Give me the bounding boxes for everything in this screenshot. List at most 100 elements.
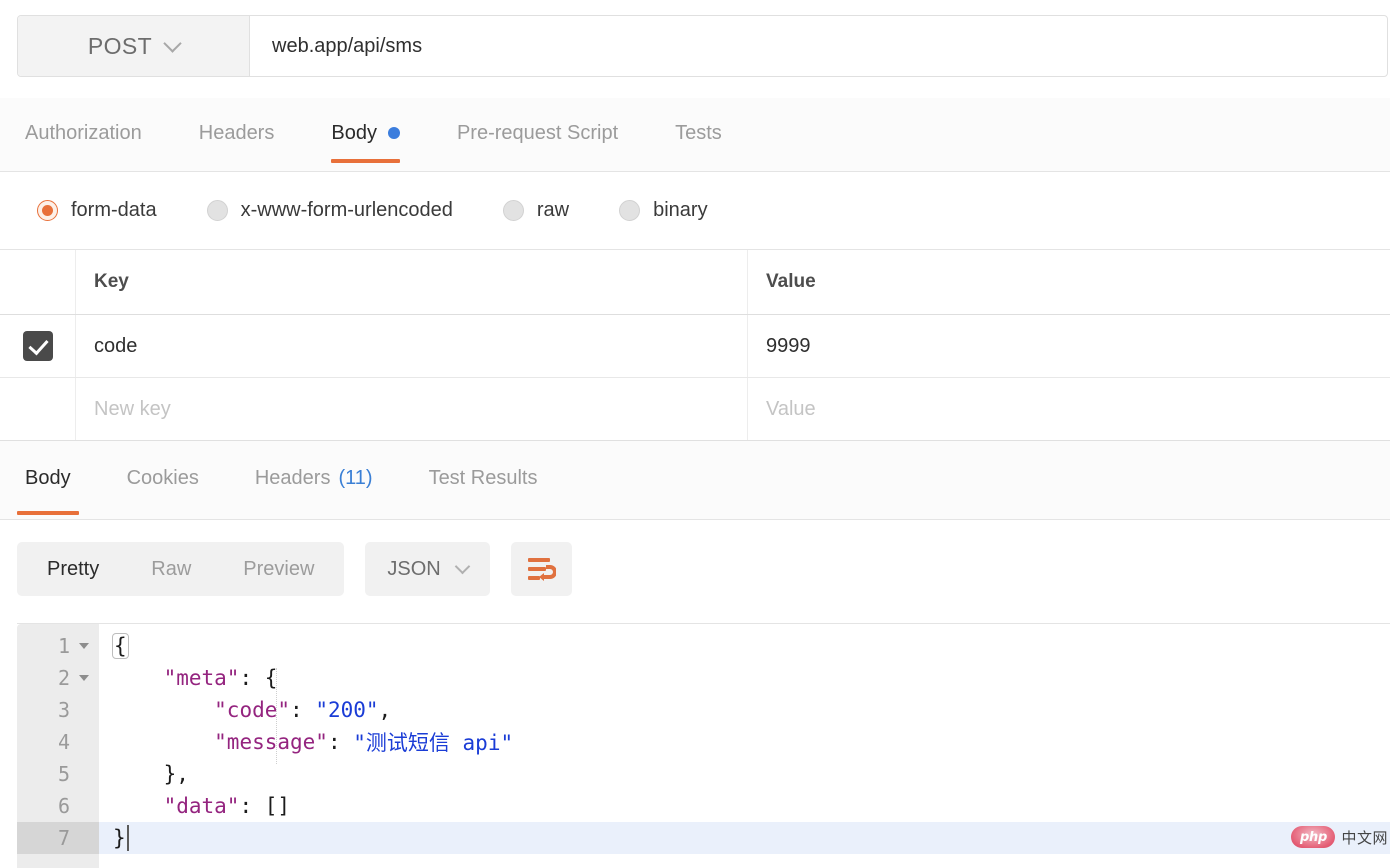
table-row: code 9999	[0, 315, 1390, 378]
tab-headers[interactable]: Headers	[199, 97, 275, 171]
response-format-toolbar: Pretty Raw Preview JSON	[0, 520, 1390, 618]
tab-body-label: Body	[331, 122, 377, 145]
code-line-6: "data": []	[99, 790, 1390, 822]
http-method-label: POST	[88, 33, 152, 60]
line-number-row-current[interactable]: 7	[17, 822, 99, 854]
code-line-1: {	[99, 630, 1390, 662]
radio-unselected-icon	[207, 200, 228, 221]
line-number: 2	[58, 666, 70, 690]
table-header-row: Key Value	[0, 250, 1390, 315]
radio-unselected-icon	[619, 200, 640, 221]
code-key-meta: "meta"	[164, 666, 240, 690]
code-close-brace: }	[113, 826, 126, 850]
new-row-checkbox-cell	[0, 378, 76, 440]
code-open-brace: {	[113, 634, 128, 658]
code-line-7: }	[99, 822, 1390, 854]
radio-binary-label: binary	[653, 199, 707, 222]
line-number: 7	[58, 826, 70, 850]
response-tab-body-label: Body	[25, 467, 71, 490]
radio-raw[interactable]: raw	[503, 199, 569, 222]
response-view-segmented-control: Pretty Raw Preview	[17, 542, 344, 596]
code-value-code: "200"	[315, 698, 378, 722]
response-headers-count: (11)	[338, 467, 372, 490]
row-key-value: code	[94, 335, 137, 358]
tab-authorization-label: Authorization	[25, 122, 142, 145]
line-number-row[interactable]: 3	[17, 694, 99, 726]
radio-selected-icon	[37, 200, 58, 221]
fold-triangle-icon[interactable]	[79, 643, 89, 649]
code-punct: :	[290, 698, 315, 722]
tab-pre-request-script[interactable]: Pre-request Script	[457, 97, 618, 171]
code-line-4: "message": "测试短信 api"	[99, 726, 1390, 758]
response-tab-cookies-label: Cookies	[127, 467, 199, 490]
view-preview-button[interactable]: Preview	[217, 546, 340, 592]
request-url-input[interactable]: web.app/api/sms	[250, 16, 1387, 76]
line-number: 4	[58, 730, 70, 754]
chevron-down-icon	[163, 34, 181, 52]
radio-x-www-form-urlencoded[interactable]: x-www-form-urlencoded	[207, 199, 453, 222]
response-tab-test-results-label: Test Results	[429, 467, 538, 490]
form-data-table: Key Value code 9999 New key Value	[0, 250, 1390, 441]
php-logo-icon: php	[1291, 826, 1335, 848]
line-number: 1	[58, 634, 70, 658]
row-value-cell[interactable]: 9999	[748, 315, 1390, 377]
new-key-input[interactable]: New key	[76, 378, 748, 440]
code-key-code: "code"	[214, 698, 290, 722]
table-new-row: New key Value	[0, 378, 1390, 441]
view-pretty-button[interactable]: Pretty	[21, 546, 125, 592]
line-number-row[interactable]: 5	[17, 758, 99, 790]
line-number-row[interactable]: 4	[17, 726, 99, 758]
header-cell-key: Key	[76, 250, 748, 314]
editor-code-area[interactable]: { "meta": { "code": "200", "message": "测…	[99, 624, 1390, 868]
response-tab-bar: Body Cookies Headers (11) Test Results	[0, 440, 1390, 520]
tab-authorization[interactable]: Authorization	[25, 97, 142, 171]
response-tab-test-results[interactable]: Test Results	[421, 441, 546, 519]
line-number-row[interactable]: 1	[17, 630, 99, 662]
http-method-selector[interactable]: POST	[18, 16, 250, 76]
tab-headers-label: Headers	[199, 122, 275, 145]
radio-binary[interactable]: binary	[619, 199, 707, 222]
code-punct: :	[239, 794, 264, 818]
line-number-row[interactable]: 6	[17, 790, 99, 822]
header-cell-checkbox	[0, 250, 76, 314]
new-value-input[interactable]: Value	[748, 378, 1390, 440]
line-number-row[interactable]: 2	[17, 662, 99, 694]
radio-raw-label: raw	[537, 199, 569, 222]
php-logo-text: php	[1300, 830, 1327, 845]
response-language-select[interactable]: JSON	[365, 542, 489, 596]
code-key-message: "message"	[214, 730, 328, 754]
editor-line-number-gutter: 1 2 3 4 5 6 7	[17, 624, 99, 868]
tab-tests-label: Tests	[675, 122, 722, 145]
response-tab-headers[interactable]: Headers (11)	[247, 441, 381, 519]
radio-form-data[interactable]: form-data	[37, 199, 157, 222]
code-key-data: "data"	[164, 794, 240, 818]
response-tab-headers-label: Headers	[255, 467, 331, 490]
new-value-placeholder: Value	[766, 398, 816, 421]
column-header-key: Key	[94, 271, 129, 293]
tab-body[interactable]: Body	[331, 97, 400, 171]
tab-tests[interactable]: Tests	[675, 97, 722, 171]
row-key-cell[interactable]: code	[76, 315, 748, 377]
watermark: php 中文网	[1291, 826, 1388, 848]
indent-guide	[276, 668, 277, 764]
response-tab-cookies[interactable]: Cookies	[119, 441, 207, 519]
fold-triangle-icon[interactable]	[79, 675, 89, 681]
chevron-down-icon	[454, 559, 470, 575]
text-cursor	[127, 825, 129, 851]
radio-x-www-form-urlencoded-label: x-www-form-urlencoded	[241, 199, 453, 222]
row-checkbox-cell	[0, 315, 76, 377]
postman-request-response-pane: POST web.app/api/sms Authorization Heade…	[0, 0, 1390, 868]
request-tab-bar: Authorization Headers Body Pre-request S…	[0, 98, 1390, 172]
line-number: 5	[58, 762, 70, 786]
word-wrap-toggle-button[interactable]	[511, 542, 572, 596]
view-raw-label: Raw	[151, 558, 191, 581]
response-language-label: JSON	[387, 558, 440, 581]
view-pretty-label: Pretty	[47, 558, 99, 581]
row-enabled-checkbox[interactable]	[23, 331, 53, 361]
response-body-editor: 1 2 3 4 5 6 7	[17, 623, 1390, 868]
code-punct: : {	[239, 666, 277, 690]
code-value-data: []	[265, 794, 290, 818]
response-tab-body[interactable]: Body	[17, 441, 79, 519]
body-modified-dot-icon	[388, 127, 400, 139]
view-raw-button[interactable]: Raw	[125, 546, 217, 592]
